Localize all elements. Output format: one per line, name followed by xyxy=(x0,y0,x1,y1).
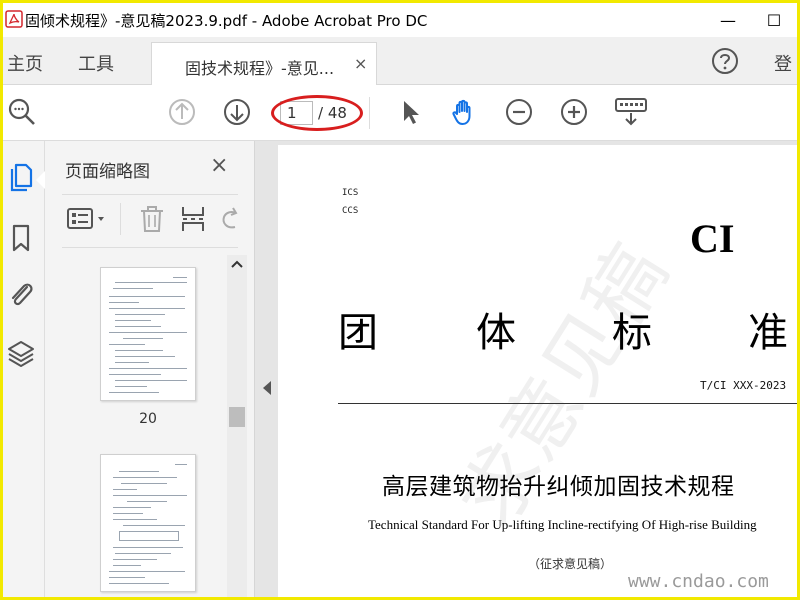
pdf-page: 求意见稿 ICS CCS CI 团 体 标 准 T/CI XXX-2023 高层… xyxy=(278,145,797,597)
thumbnails-scrollbar[interactable] xyxy=(227,255,247,597)
ci-logo: CI xyxy=(690,216,735,261)
thumbnail-page-number: 20 xyxy=(139,411,157,427)
panel-tool-divider xyxy=(120,203,121,235)
acrobat-app-icon xyxy=(5,10,23,28)
scroll-up-arrow-icon[interactable] xyxy=(227,255,247,273)
toolbar-divider xyxy=(369,97,370,129)
rail-active-indicator xyxy=(36,171,45,189)
page-thumbnails-panel: 页面缩略图 × 20 xyxy=(45,141,255,597)
document-tab-close-button[interactable]: × xyxy=(354,54,367,73)
collapse-panel-icon[interactable] xyxy=(263,381,271,395)
standard-char: 准 xyxy=(748,310,788,356)
rotate-icon[interactable] xyxy=(217,203,243,235)
left-rail xyxy=(3,141,45,597)
annotation-ellipse xyxy=(271,95,363,131)
thumbnail-options-icon[interactable] xyxy=(65,203,109,235)
panel-divider xyxy=(62,194,238,195)
minimize-button[interactable]: — xyxy=(705,3,751,37)
header-rule xyxy=(338,403,797,404)
page-thumbnail[interactable] xyxy=(100,267,196,401)
document-title-en: Technical Standard For Up-lifting Inclin… xyxy=(368,517,757,532)
document-tab-label: 固技术规程》-意见... xyxy=(185,59,335,78)
tab-tools[interactable]: 工具 xyxy=(78,50,114,76)
maximize-button[interactable]: ☐ xyxy=(751,3,797,37)
page-thumbnail[interactable] xyxy=(100,454,196,592)
standard-number: T/CI XXX-2023 xyxy=(700,379,787,392)
title-bar: 固倾术规程》-意见稿2023.9.pdf - Adobe Acrobat Pro… xyxy=(3,3,797,37)
panel-divider-bottom xyxy=(62,247,238,248)
select-cursor-icon[interactable] xyxy=(395,97,425,127)
layers-icon[interactable] xyxy=(7,339,35,369)
zoom-in-icon[interactable] xyxy=(559,97,589,127)
toolbar: 1 / 48 xyxy=(3,85,797,141)
tab-home[interactable]: 主页 xyxy=(7,50,43,76)
help-icon[interactable] xyxy=(711,47,739,75)
hand-tool-icon[interactable] xyxy=(449,97,479,127)
delete-icon[interactable] xyxy=(137,203,167,235)
tab-bar: 主页 工具 固技术规程》-意见... × 登 xyxy=(3,37,797,85)
window-title: 固倾术规程》-意见稿2023.9.pdf - Adobe Acrobat Pro… xyxy=(25,12,428,30)
attachment-icon[interactable] xyxy=(7,279,35,309)
panel-title: 页面缩略图 xyxy=(65,162,150,182)
acrobat-window: 固倾术规程》-意见稿2023.9.pdf - Adobe Acrobat Pro… xyxy=(3,3,797,597)
extract-pages-icon[interactable] xyxy=(178,203,208,235)
site-watermark: www.cndao.com xyxy=(628,571,769,592)
ics-label: ICS xyxy=(342,188,359,198)
draft-note: （征求意见稿） xyxy=(528,557,613,571)
document-view: 求意见稿 ICS CCS CI 团 体 标 准 T/CI XXX-2023 高层… xyxy=(255,141,797,597)
panel-close-button[interactable]: × xyxy=(210,153,228,178)
keyboard-download-icon[interactable] xyxy=(614,97,648,127)
sign-in-link[interactable]: 登 xyxy=(774,50,792,76)
ccs-label: CCS xyxy=(342,206,359,216)
zoom-out-icon[interactable] xyxy=(504,97,534,127)
page-thumbnails-icon[interactable] xyxy=(7,163,35,193)
document-title-zh: 高层建筑物抬升纠倾加固技术规程 xyxy=(382,474,735,500)
standard-char: 团 xyxy=(338,310,378,356)
tab-document[interactable]: 固技术规程》-意见... × xyxy=(151,42,377,85)
next-page-icon[interactable] xyxy=(222,97,252,127)
previous-page-icon[interactable] xyxy=(167,97,197,127)
scrollbar-thumb[interactable] xyxy=(229,407,245,427)
bookmark-icon[interactable] xyxy=(7,223,35,253)
standard-char: 体 xyxy=(476,310,516,356)
search-icon[interactable] xyxy=(7,97,37,127)
standard-char: 标 xyxy=(612,310,652,356)
